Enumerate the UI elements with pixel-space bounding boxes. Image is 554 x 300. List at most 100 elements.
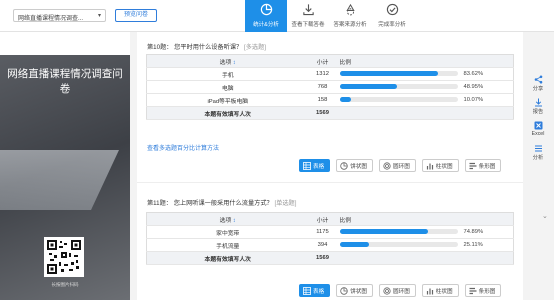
left-panel: 网络直播课程情况调查问卷 长按图片扫码 xyxy=(0,32,130,300)
total-label: 本题有效填写人次 xyxy=(146,106,309,120)
section-divider xyxy=(137,182,523,183)
table-row: 家中宽带 1175 74.89% xyxy=(146,225,514,239)
total-label: 本题有效填写人次 xyxy=(146,251,309,265)
total-value: 1569 xyxy=(308,251,337,265)
cover-title: 网络直播课程情况调查问卷 xyxy=(7,68,123,95)
tab-source-analysis[interactable]: 答案来源分析 xyxy=(329,0,371,32)
multi-choice-percent-link[interactable]: 查看多选题百分比计算方法 xyxy=(147,143,219,152)
pie-icon xyxy=(340,286,348,295)
chevron-down-icon: ▾ xyxy=(97,13,101,19)
question-type-tag: [单选题] xyxy=(274,200,297,207)
table-view-button[interactable]: 表格 xyxy=(299,159,331,172)
question-11-table: 选项 ↕ 小计 比例 家中宽带 1175 74.89% 手机流量 394 25.… xyxy=(146,212,514,265)
check-circle-icon xyxy=(371,3,413,17)
count-cell: 1175 xyxy=(308,225,337,239)
recycle-icon xyxy=(329,3,371,17)
download-icon xyxy=(287,3,329,17)
ratio-cell: 10.07% xyxy=(336,93,514,107)
hbar-chart-button[interactable]: 条形图 xyxy=(464,159,502,172)
option-cell: 电脑 xyxy=(146,80,309,94)
table-row: 电脑 768 48.95% xyxy=(146,80,514,94)
count-cell: 768 xyxy=(308,80,337,94)
survey-cover-image: 网络直播课程情况调查问卷 长按图片扫码 xyxy=(0,55,130,300)
analysis-icon xyxy=(534,145,542,152)
percent-text: 83.62% xyxy=(463,70,484,77)
tab-label: 统计&分析 xyxy=(253,22,279,28)
tab-label: 查看下载答卷 xyxy=(291,22,325,28)
tab-completion-analysis[interactable]: 完成率分析 xyxy=(371,0,413,32)
progress-bar xyxy=(339,242,458,248)
progress-bar xyxy=(339,229,458,235)
analysis-button[interactable]: 分析 xyxy=(529,144,547,165)
option-cell: 手机流量 xyxy=(146,238,309,252)
count-cell: 394 xyxy=(308,238,337,252)
pie-chart-button[interactable]: 饼状图 xyxy=(336,159,373,172)
progress-fill xyxy=(339,71,439,77)
tab-view-download[interactable]: 查看下载答卷 xyxy=(287,0,329,32)
percent-text: 25.11% xyxy=(463,241,483,248)
pie-chart-button[interactable]: 饼状图 xyxy=(336,284,373,297)
survey-select[interactable]: 网络直播课程情况调查... ▾ xyxy=(13,9,106,22)
ring-icon xyxy=(383,286,391,295)
main-tabs: 统计&分析 查看下载答卷 答案来源分析 完成率分析 xyxy=(245,0,413,32)
progress-fill xyxy=(339,242,370,248)
table-row: 手机流量 394 25.11% xyxy=(146,238,514,252)
option-cell: 家中宽带 xyxy=(146,225,309,239)
hbar-chart-button[interactable]: 条形图 xyxy=(464,284,502,297)
report-icon xyxy=(534,98,542,107)
column-header-option[interactable]: 选项 ↕ xyxy=(146,54,309,68)
tab-label: 完成率分析 xyxy=(378,22,406,28)
table-view-button[interactable]: 表格 xyxy=(299,284,331,297)
table-row: iPad等平板电脑 158 10.07% xyxy=(146,93,514,107)
chart-type-toolbar: 表格 饼状图 圆环图 柱状图 条形图 xyxy=(299,159,502,172)
bar-chart-icon xyxy=(426,288,433,294)
column-header-count: 小计 xyxy=(308,212,337,226)
bar-chart-button[interactable]: 柱状图 xyxy=(421,284,459,297)
option-cell: 手机 xyxy=(146,67,309,81)
question-10-title: 第10题： 您平时用什么设备听课？ [多选题] xyxy=(147,42,266,51)
tab-statistics[interactable]: 统计&分析 xyxy=(245,0,287,32)
question-11-title: 第11题： 您上网听课一般采用什么流量方式？ [单选题] xyxy=(147,198,296,207)
column-header-option[interactable]: 选项 ↕ xyxy=(146,212,309,226)
progress-fill xyxy=(339,229,428,235)
question-title-text: 第11题： 您上网听课一般采用什么流量方式？ xyxy=(147,200,273,207)
pie-icon xyxy=(340,161,348,170)
total-row: 本题有效填写人次 1569 xyxy=(146,106,514,120)
tab-label: 答案来源分析 xyxy=(333,22,367,28)
top-bar: 网络直播课程情况调查... ▾ 预览问卷 统计&分析 查看下载答卷 答案来源分析 xyxy=(0,0,554,32)
bar-chart-button[interactable]: 柱状图 xyxy=(421,159,459,172)
column-header-ratio: 比例 xyxy=(336,212,514,226)
share-icon xyxy=(534,75,542,84)
pie-chart-icon xyxy=(245,3,287,17)
ratio-cell: 74.89% xyxy=(336,225,514,239)
report-button[interactable]: 报告 xyxy=(529,98,547,119)
percent-text: 48.95% xyxy=(463,83,484,90)
excel-icon xyxy=(534,121,542,130)
excel-button[interactable]: Excel xyxy=(529,121,547,142)
survey-select-value: 网络直播课程情况调查... xyxy=(18,16,84,22)
progress-bar xyxy=(339,97,458,103)
ratio-cell: 83.62% xyxy=(336,67,514,81)
progress-fill xyxy=(339,97,352,103)
statistics-content: 第10题： 您平时用什么设备听课？ [多选题] 选项 ↕ 小计 比例 手机 13… xyxy=(137,32,523,300)
table-row: 手机 1312 83.62% xyxy=(146,67,514,81)
count-cell: 1312 xyxy=(308,67,337,81)
column-header-ratio: 比例 xyxy=(336,54,514,68)
count-cell: 158 xyxy=(308,93,337,107)
question-type-tag: [多选题] xyxy=(243,44,266,51)
ring-chart-button[interactable]: 圆环图 xyxy=(379,284,416,297)
bar-chart-icon xyxy=(426,163,433,169)
table-icon xyxy=(303,286,311,295)
percent-text: 10.07% xyxy=(463,96,484,103)
qr-caption: 长按图片扫码 xyxy=(51,282,79,287)
hbar-chart-icon xyxy=(469,162,477,169)
ring-icon xyxy=(383,161,391,170)
progress-bar xyxy=(339,84,458,90)
share-button[interactable]: 分享 xyxy=(529,75,547,96)
total-value: 1569 xyxy=(308,106,337,120)
ratio-cell: 25.11% xyxy=(336,238,514,252)
chevron-down-icon[interactable]: ⌄ xyxy=(542,212,548,220)
ring-chart-button[interactable]: 圆环图 xyxy=(379,159,416,172)
option-cell: iPad等平板电脑 xyxy=(146,93,309,107)
preview-button[interactable]: 预览问卷 xyxy=(115,9,157,22)
